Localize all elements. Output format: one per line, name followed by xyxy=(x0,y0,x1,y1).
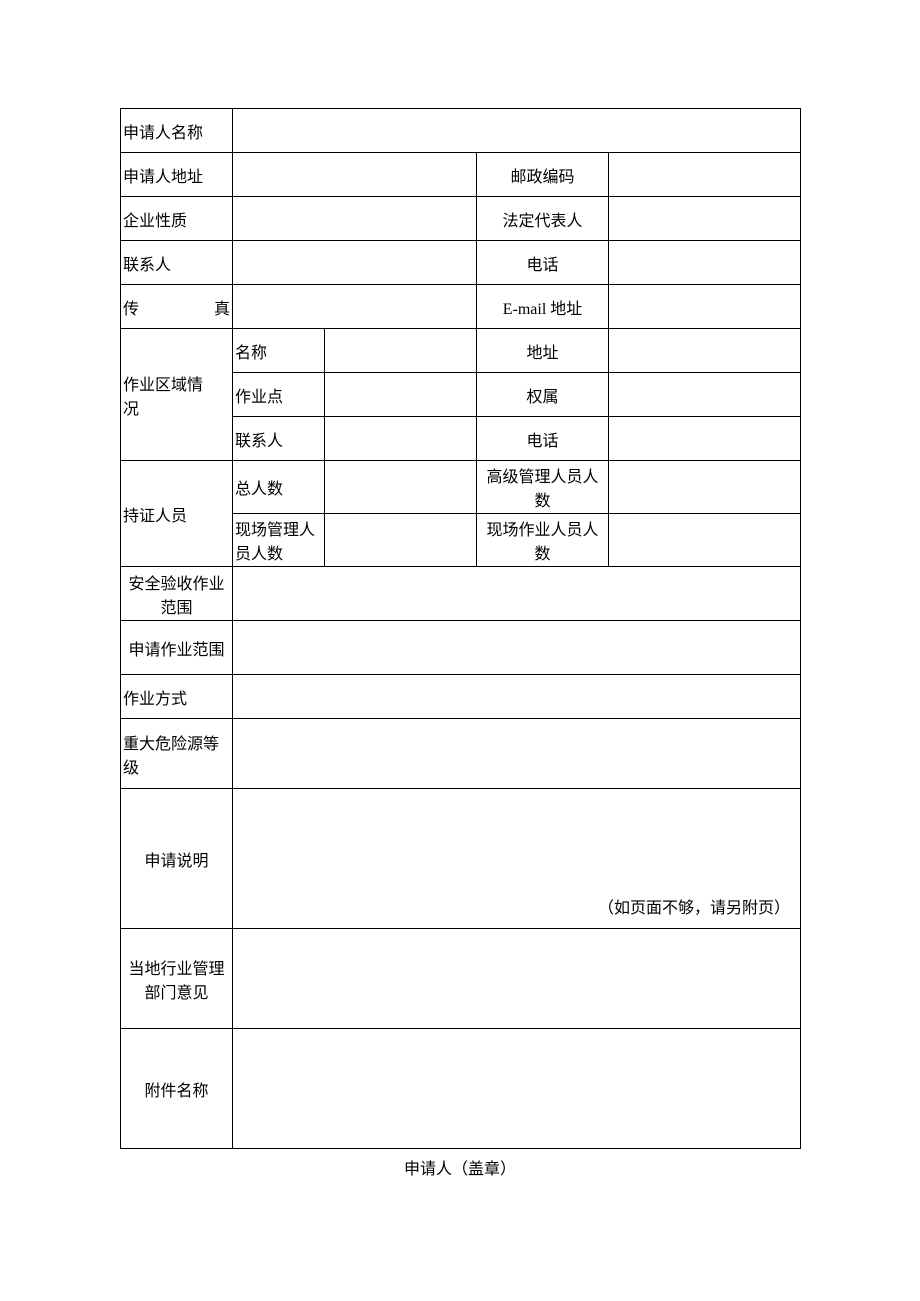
label-cp-total: 总人数 xyxy=(233,461,325,514)
label-hazard-level: 重大危险源等 级 xyxy=(121,719,233,789)
label-email: E-mail 地址 xyxy=(477,285,609,329)
value-safety-scope[interactable] xyxy=(233,567,801,621)
label-cp-site-mgmt: 现场管理人员人数 xyxy=(233,514,325,567)
value-applicant-name[interactable] xyxy=(233,109,801,153)
value-wa-contact[interactable] xyxy=(325,417,477,461)
label-attachment-name: 附件名称 xyxy=(121,1029,233,1149)
value-wa-phone[interactable] xyxy=(609,417,801,461)
label-wa-contact: 联系人 xyxy=(233,417,325,461)
label-apply-scope: 申请作业范围 xyxy=(121,621,233,675)
label-cp-senior: 高级管理人员人数 xyxy=(477,461,609,514)
value-cp-site-mgmt[interactable] xyxy=(325,514,477,567)
label-wa-ownership: 权属 xyxy=(477,373,609,417)
label-apply-desc: 申请说明 xyxy=(121,789,233,929)
value-wa-address[interactable] xyxy=(609,329,801,373)
value-attachment-name[interactable] xyxy=(233,1029,801,1149)
label-work-method: 作业方式 xyxy=(121,675,233,719)
label-enterprise-nature: 企业性质 xyxy=(121,197,233,241)
label-wa-phone: 电话 xyxy=(477,417,609,461)
value-wa-ownership[interactable] xyxy=(609,373,801,417)
application-form-table: 申请人名称 申请人地址 邮政编码 企业性质 法定代表人 联系人 电话 传 真 E… xyxy=(120,108,801,1149)
value-wa-point[interactable] xyxy=(325,373,477,417)
label-wa-name: 名称 xyxy=(233,329,325,373)
value-phone[interactable] xyxy=(609,241,801,285)
label-phone: 电话 xyxy=(477,241,609,285)
value-wa-name[interactable] xyxy=(325,329,477,373)
label-wa-address: 地址 xyxy=(477,329,609,373)
label-work-area: 作业区域情 况 xyxy=(121,329,233,461)
label-safety-scope: 安全验收作业范围 xyxy=(121,567,233,621)
footer-applicant-seal: 申请人（盖章） xyxy=(0,1155,920,1179)
value-cp-senior[interactable] xyxy=(609,461,801,514)
value-enterprise-nature[interactable] xyxy=(233,197,477,241)
value-fax[interactable] xyxy=(233,285,477,329)
value-local-dept-opinion[interactable] xyxy=(233,929,801,1029)
label-legal-rep: 法定代表人 xyxy=(477,197,609,241)
label-applicant-address: 申请人地址 xyxy=(121,153,233,197)
label-local-dept-opinion: 当地行业管理部门意见 xyxy=(121,929,233,1029)
label-contact-person: 联系人 xyxy=(121,241,233,285)
value-hazard-level[interactable] xyxy=(233,719,801,789)
value-work-method[interactable] xyxy=(233,675,801,719)
label-cert-personnel: 持证人员 xyxy=(121,461,233,567)
value-legal-rep[interactable] xyxy=(609,197,801,241)
apply-desc-note: （如页面不够，请另附页） xyxy=(598,900,790,917)
value-cp-site-work[interactable] xyxy=(609,514,801,567)
value-cp-total[interactable] xyxy=(325,461,477,514)
value-email[interactable] xyxy=(609,285,801,329)
value-postal-code[interactable] xyxy=(609,153,801,197)
value-apply-scope[interactable] xyxy=(233,621,801,675)
label-applicant-name: 申请人名称 xyxy=(121,109,233,153)
label-cp-site-work: 现场作业人员人数 xyxy=(477,514,609,567)
value-applicant-address[interactable] xyxy=(233,153,477,197)
value-contact-person[interactable] xyxy=(233,241,477,285)
label-fax: 传 真 xyxy=(121,285,233,329)
label-postal-code: 邮政编码 xyxy=(477,153,609,197)
value-apply-desc[interactable]: （如页面不够，请另附页） xyxy=(233,789,801,929)
